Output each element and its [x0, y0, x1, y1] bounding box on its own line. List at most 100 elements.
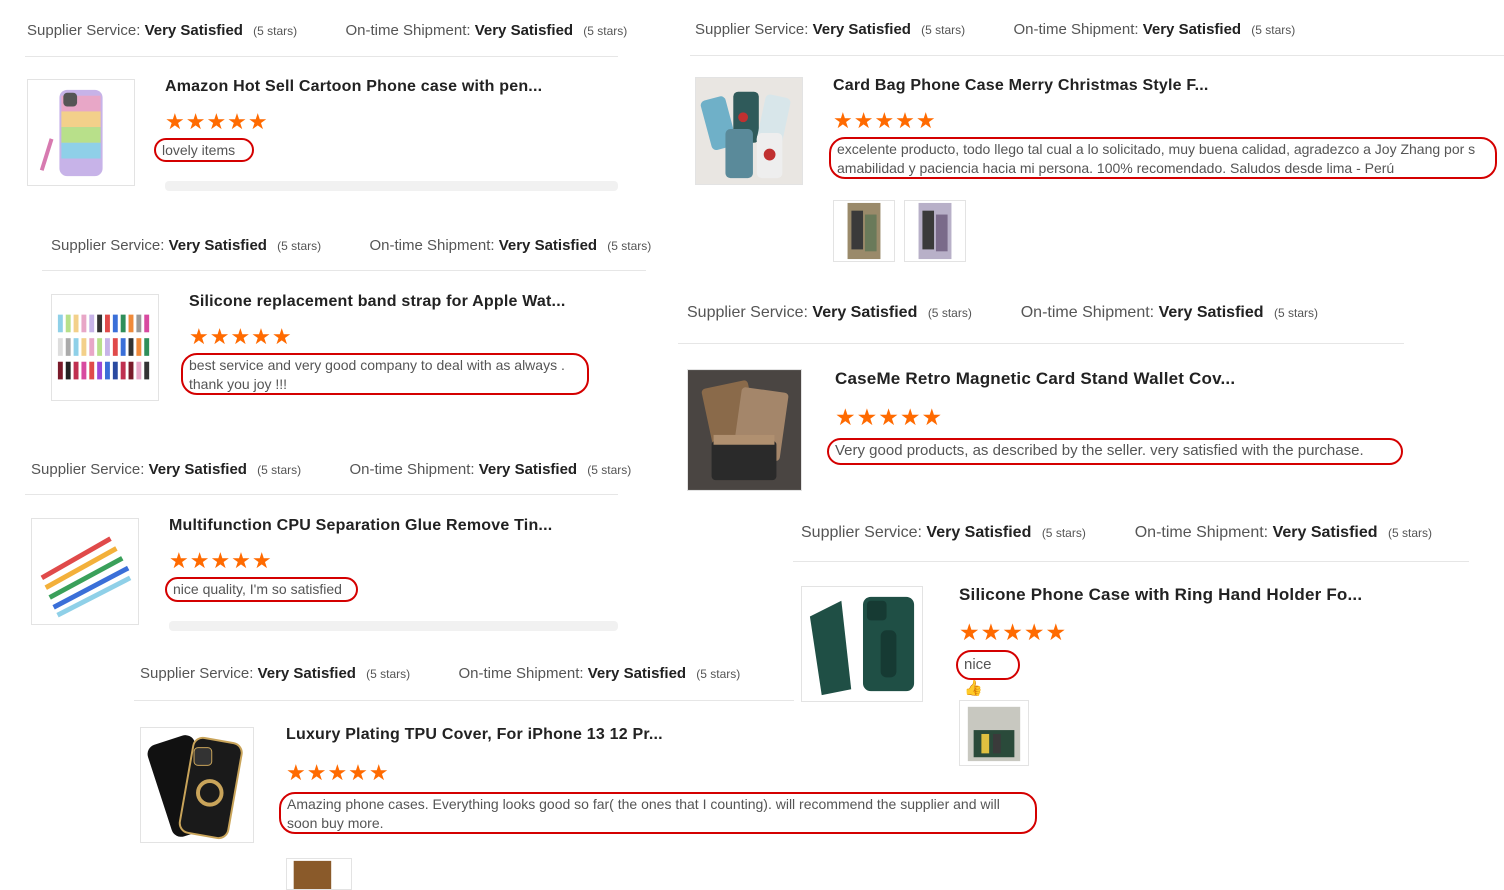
ontime-shipment-stars: (5 stars): [696, 667, 741, 681]
review-comment: nice quality, I'm so satisfied: [165, 577, 358, 602]
ontime-shipment-label: On-time Shipment:: [1020, 304, 1155, 321]
supplier-service-label: Supplier Service:: [27, 22, 141, 39]
rating-summary: Supplier Service: Very Satisfied (5 star…: [140, 665, 740, 682]
supplier-service-stars: (5 stars): [921, 23, 966, 37]
photo-icon: [288, 859, 350, 889]
ontime-shipment-label: On-time Shipment:: [1134, 524, 1269, 541]
rating-summary: Supplier Service: Very Satisfied (5 star…: [687, 304, 1318, 322]
star-rating: ★★★★★: [165, 109, 269, 134]
product-image[interactable]: [695, 77, 803, 185]
review-comment: lovely items: [154, 138, 254, 162]
rating-summary: Supplier Service: Very Satisfied (5 star…: [695, 21, 1295, 38]
supplier-service-stars: (5 stars): [366, 667, 411, 681]
supplier-service-stars: (5 stars): [253, 24, 298, 38]
supplier-service-value: Very Satisfied: [168, 237, 267, 254]
supplier-service-value: Very Satisfied: [257, 665, 356, 682]
attachment-thumbnail[interactable]: [959, 700, 1029, 766]
rating-summary: Supplier Service: Very Satisfied (5 star…: [801, 524, 1432, 542]
thumbs-up-icon: 👍: [964, 680, 983, 697]
rating-summary: Supplier Service: Very Satisfied (5 star…: [51, 237, 651, 254]
supplier-service-label: Supplier Service:: [51, 237, 165, 254]
supplier-service-value: Very Satisfied: [812, 21, 911, 38]
attachment-thumbnail[interactable]: [833, 200, 895, 262]
divider: [42, 270, 646, 271]
divider: [25, 56, 618, 57]
supplier-service-label: Supplier Service:: [687, 304, 808, 321]
ontime-shipment-stars: (5 stars): [1273, 306, 1318, 320]
review-comment: Amazing phone cases. Everything looks go…: [279, 792, 1037, 834]
product-image[interactable]: [51, 294, 159, 401]
black-ring-case-icon: [147, 735, 243, 840]
pry-tools-icon: [40, 536, 132, 618]
ontime-shipment-stars: (5 stars): [587, 463, 632, 477]
ontime-shipment-stars: (5 stars): [607, 239, 652, 253]
attachment-thumbnail[interactable]: [286, 858, 352, 890]
scrollbar[interactable]: [165, 181, 618, 191]
star-rating: ★★★★★: [959, 619, 1068, 645]
divider: [690, 55, 1504, 56]
product-title[interactable]: Card Bag Phone Case Merry Christmas Styl…: [833, 77, 1209, 95]
ontime-shipment-stars: (5 stars): [583, 24, 628, 38]
green-holder-case-icon: [802, 587, 922, 701]
rating-summary: Supplier Service: Very Satisfied (5 star…: [31, 461, 631, 478]
review-comment: best service and very good company to de…: [181, 353, 589, 395]
ontime-shipment-stars: (5 stars): [1387, 526, 1432, 540]
review-comment-text: nice: [964, 656, 992, 673]
ontime-shipment-value: Very Satisfied: [1272, 524, 1378, 541]
ontime-shipment-value: Very Satisfied: [474, 22, 574, 39]
product-title[interactable]: CaseMe Retro Magnetic Card Stand Wallet …: [835, 369, 1235, 389]
supplier-service-stars: (5 stars): [927, 306, 972, 320]
ontime-shipment-stars: (5 stars): [1251, 23, 1296, 37]
star-rating: ★★★★★: [169, 548, 273, 573]
supplier-service-stars: (5 stars): [277, 239, 322, 253]
divider: [793, 561, 1469, 562]
photo-icon: [905, 201, 965, 261]
supplier-service-label: Supplier Service:: [801, 524, 922, 541]
product-image[interactable]: [687, 369, 802, 491]
star-rating: ★★★★★: [835, 404, 944, 430]
photo-icon: [960, 701, 1028, 765]
product-image[interactable]: [31, 518, 139, 625]
ontime-shipment-label: On-time Shipment:: [369, 237, 495, 254]
ontime-shipment-value: Very Satisfied: [587, 665, 687, 682]
supplier-service-value: Very Satisfied: [812, 304, 918, 321]
divider: [678, 343, 1404, 344]
product-title[interactable]: Silicone Phone Case with Ring Hand Holde…: [959, 585, 1362, 605]
review-comment: excelente producto, todo llego tal cual …: [829, 137, 1497, 179]
supplier-service-stars: (5 stars): [1041, 526, 1086, 540]
divider: [134, 700, 794, 701]
christmas-cases-icon: [696, 78, 802, 184]
ontime-shipment-value: Very Satisfied: [1158, 304, 1264, 321]
supplier-service-value: Very Satisfied: [144, 22, 243, 39]
ontime-shipment-label: On-time Shipment:: [345, 22, 471, 39]
product-title[interactable]: Amazon Hot Sell Cartoon Phone case with …: [165, 78, 542, 96]
divider: [25, 494, 618, 495]
star-rating: ★★★★★: [833, 108, 937, 133]
product-image[interactable]: [27, 79, 135, 186]
supplier-service-stars: (5 stars): [257, 463, 302, 477]
scrollbar[interactable]: [169, 621, 618, 631]
review-comment: nice 👍: [956, 650, 1020, 697]
product-title[interactable]: Luxury Plating TPU Cover, For iPhone 13 …: [286, 726, 663, 744]
photo-icon: [834, 201, 894, 261]
product-title[interactable]: Silicone replacement band strap for Appl…: [189, 293, 565, 311]
attachment-thumbnail[interactable]: [904, 200, 966, 262]
star-rating: ★★★★★: [189, 324, 293, 349]
star-rating: ★★★★★: [286, 760, 390, 785]
supplier-service-value: Very Satisfied: [148, 461, 247, 478]
ontime-shipment-value: Very Satisfied: [478, 461, 578, 478]
review-comment: Very good products, as described by the …: [827, 438, 1403, 465]
ontime-shipment-label: On-time Shipment:: [1013, 21, 1139, 38]
product-image[interactable]: [801, 586, 923, 702]
product-title[interactable]: Multifunction CPU Separation Glue Remove…: [169, 517, 552, 535]
phone-case-pastel-icon: [39, 89, 103, 177]
supplier-service-label: Supplier Service:: [695, 21, 809, 38]
ontime-shipment-value: Very Satisfied: [498, 237, 598, 254]
wallet-covers-icon: [688, 370, 801, 490]
product-image[interactable]: [140, 727, 254, 843]
supplier-service-value: Very Satisfied: [926, 524, 1032, 541]
rating-summary: Supplier Service: Very Satisfied (5 star…: [27, 22, 627, 39]
ontime-shipment-label: On-time Shipment:: [349, 461, 475, 478]
ontime-shipment-label: On-time Shipment:: [458, 665, 584, 682]
watch-straps-icon: [57, 314, 150, 380]
